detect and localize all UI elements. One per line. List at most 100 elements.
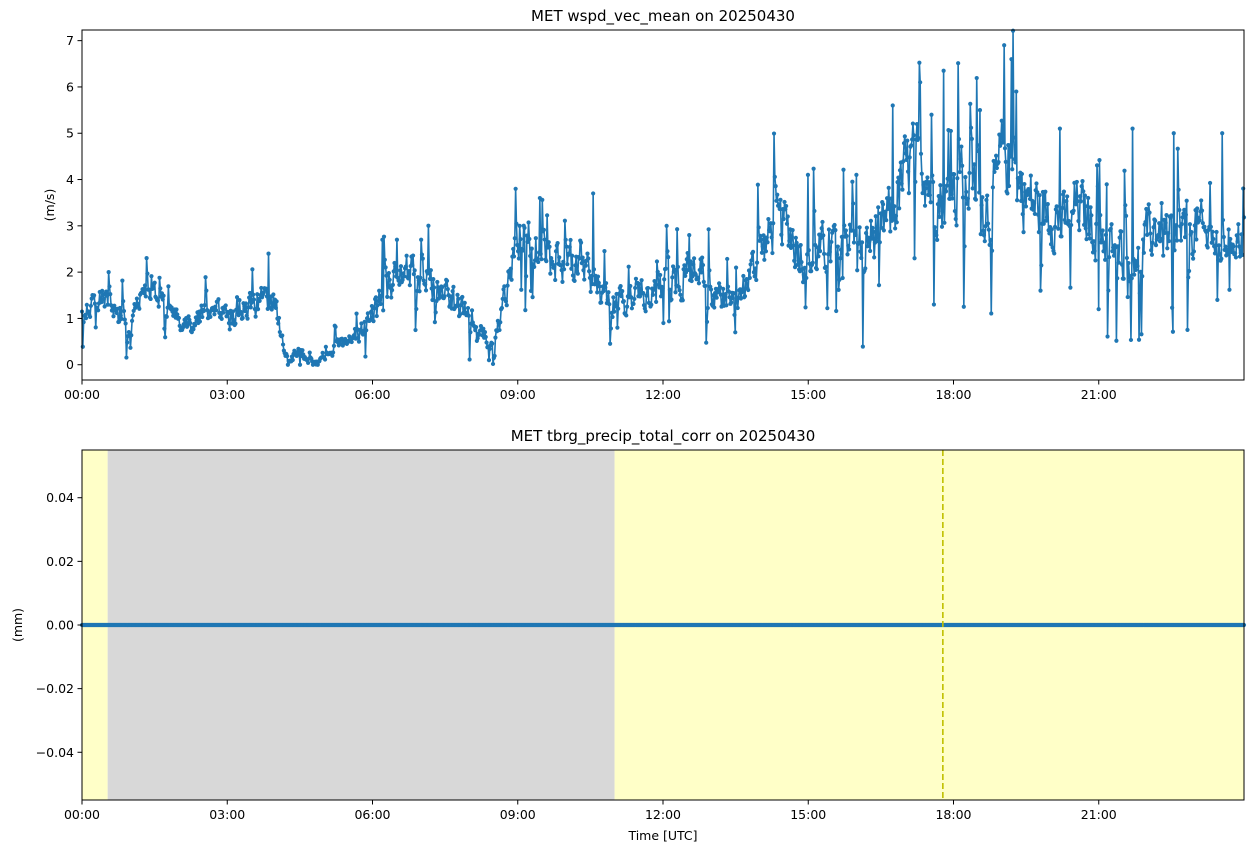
data-point bbox=[141, 287, 146, 292]
data-point bbox=[1199, 208, 1205, 213]
data-point bbox=[868, 248, 873, 254]
data-point bbox=[847, 222, 853, 227]
data-point bbox=[864, 225, 870, 230]
data-point bbox=[870, 225, 875, 230]
data-point bbox=[944, 183, 949, 188]
data-point bbox=[160, 297, 165, 302]
data-point bbox=[404, 253, 409, 258]
data-point bbox=[751, 270, 756, 275]
data-point bbox=[197, 319, 202, 324]
data-point bbox=[393, 264, 398, 269]
data-point bbox=[977, 190, 982, 195]
data-point bbox=[589, 273, 594, 279]
data-point bbox=[410, 253, 416, 258]
data-point bbox=[420, 256, 425, 261]
data-point bbox=[855, 268, 860, 273]
data-point bbox=[191, 327, 196, 332]
data-point bbox=[124, 355, 129, 360]
data-point bbox=[1061, 189, 1067, 194]
data-point bbox=[411, 272, 416, 277]
data-point bbox=[1170, 329, 1176, 334]
data-point bbox=[772, 174, 777, 179]
data-point bbox=[724, 303, 729, 308]
data-point bbox=[511, 254, 517, 259]
data-point bbox=[121, 299, 126, 304]
data-point bbox=[84, 302, 89, 307]
y-tick-label: 0.02 bbox=[46, 554, 74, 569]
data-point bbox=[852, 229, 857, 234]
data-point bbox=[541, 227, 546, 232]
data-point bbox=[450, 289, 455, 294]
data-point bbox=[760, 244, 765, 249]
data-point bbox=[238, 309, 244, 315]
data-point bbox=[1159, 201, 1164, 206]
data-point bbox=[896, 175, 901, 180]
data-point bbox=[1056, 213, 1062, 218]
data-point bbox=[462, 300, 467, 305]
data-point bbox=[637, 281, 642, 287]
data-point bbox=[518, 237, 523, 242]
data-point bbox=[1077, 194, 1083, 199]
data-point bbox=[216, 297, 221, 302]
data-point bbox=[1021, 230, 1026, 235]
data-point bbox=[1079, 184, 1084, 189]
data-point bbox=[386, 270, 391, 276]
data-point bbox=[595, 290, 600, 295]
data-point bbox=[257, 298, 262, 303]
data-point bbox=[979, 203, 984, 208]
data-point bbox=[850, 179, 855, 184]
data-point bbox=[937, 214, 942, 220]
data-point bbox=[544, 259, 549, 264]
data-point bbox=[497, 327, 502, 333]
data-point bbox=[792, 258, 797, 263]
data-point bbox=[379, 293, 384, 298]
data-point bbox=[1122, 168, 1127, 173]
data-point bbox=[967, 170, 972, 176]
data-point bbox=[950, 196, 955, 201]
data-point bbox=[1191, 249, 1197, 254]
data-point bbox=[815, 245, 820, 250]
data-point bbox=[490, 361, 496, 367]
data-point bbox=[1140, 274, 1145, 279]
data-point bbox=[1147, 210, 1152, 215]
data-point bbox=[565, 262, 570, 267]
data-point bbox=[240, 315, 245, 321]
data-point bbox=[419, 252, 425, 257]
data-point bbox=[1031, 201, 1037, 206]
data-point bbox=[548, 271, 553, 276]
data-point bbox=[455, 292, 460, 297]
data-point bbox=[769, 235, 774, 240]
data-point bbox=[158, 286, 163, 291]
data-point bbox=[152, 280, 157, 285]
data-point bbox=[364, 328, 369, 333]
data-point bbox=[1212, 251, 1218, 256]
data-point bbox=[106, 270, 111, 275]
data-point bbox=[781, 216, 786, 222]
data-point bbox=[989, 311, 994, 316]
data-point bbox=[687, 232, 692, 238]
data-point bbox=[1119, 229, 1124, 234]
data-point bbox=[778, 197, 783, 202]
data-point bbox=[827, 249, 832, 255]
data-point bbox=[1045, 202, 1050, 207]
data-point bbox=[134, 296, 140, 301]
data-point bbox=[860, 344, 865, 349]
data-point bbox=[846, 243, 851, 248]
data-point bbox=[1208, 224, 1213, 229]
data-point bbox=[1035, 212, 1041, 217]
data-point bbox=[992, 169, 997, 175]
data-point bbox=[557, 255, 562, 260]
data-point bbox=[382, 257, 387, 262]
data-point bbox=[1080, 179, 1085, 184]
data-point bbox=[251, 292, 256, 297]
data-point bbox=[1076, 218, 1081, 224]
data-point bbox=[373, 295, 379, 300]
data-point bbox=[1088, 205, 1093, 210]
data-point bbox=[227, 327, 232, 332]
data-point bbox=[748, 262, 753, 267]
data-point bbox=[795, 262, 800, 267]
data-point bbox=[981, 228, 986, 233]
data-point bbox=[843, 228, 849, 233]
data-point bbox=[1115, 244, 1121, 249]
data-point bbox=[733, 265, 739, 270]
